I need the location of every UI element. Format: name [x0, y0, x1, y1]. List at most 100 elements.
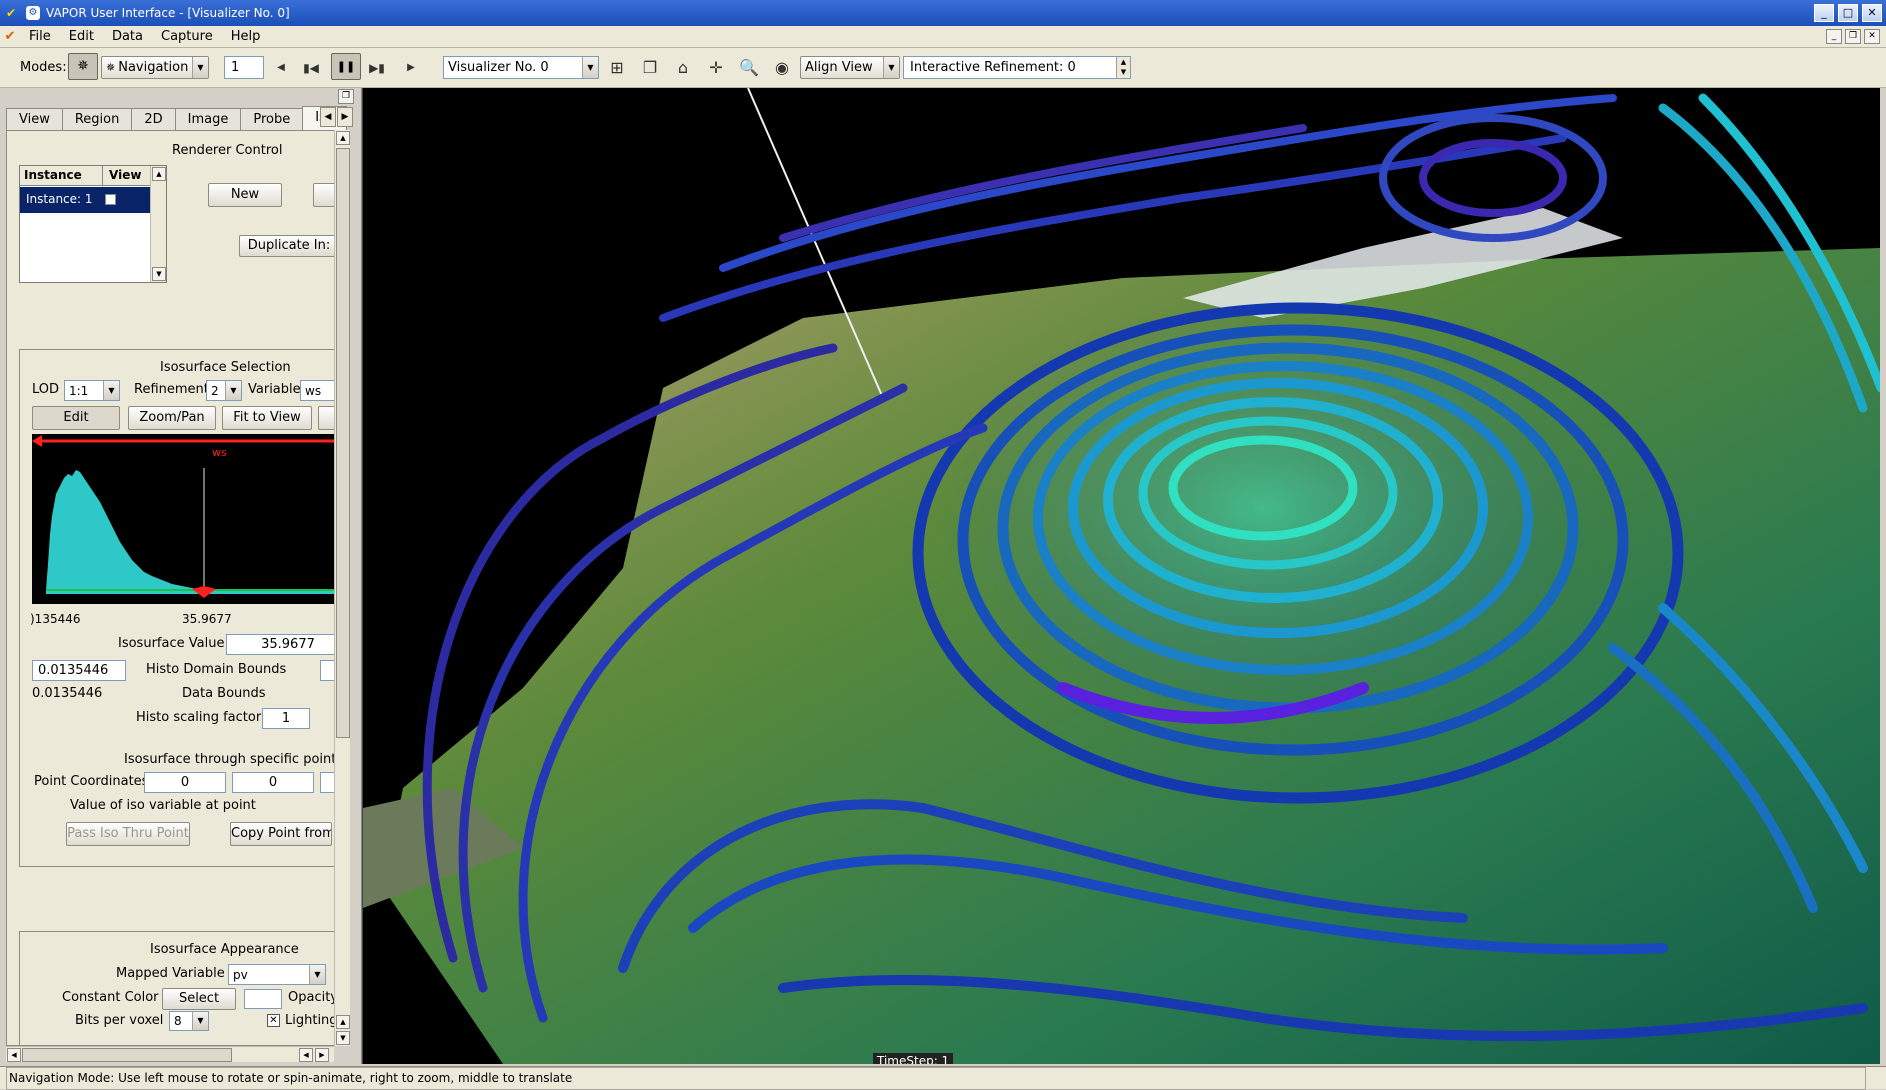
copy-point-button[interactable]: Copy Point from	[230, 822, 332, 846]
timestep-label: TimeStep: 1	[873, 1053, 954, 1064]
delete-instance-button[interactable]	[313, 183, 335, 207]
mdi-minimize-button[interactable]: _	[1826, 29, 1842, 44]
visualizer-dropdown[interactable]: Visualizer No. 0 ▼	[443, 56, 599, 79]
spin-arrows-icon[interactable]: ▲ ▼	[1116, 57, 1130, 78]
undock-icon[interactable]: ❐	[338, 89, 354, 104]
align-view-dropdown[interactable]: Align View ▼	[800, 56, 900, 79]
mdi-restore-button[interactable]: ❐	[1845, 29, 1861, 44]
menu-help[interactable]: Help	[222, 29, 270, 44]
visualizer-value: Visualizer No. 0	[448, 60, 549, 75]
menu-file[interactable]: File	[20, 29, 60, 44]
scroll-left-icon[interactable]: ◀	[7, 1048, 21, 1062]
tab-probe[interactable]: Probe	[240, 108, 304, 130]
tab-image[interactable]: Image	[174, 108, 242, 130]
refinement-label: Refinement	[134, 382, 209, 397]
h-scroll-thumb[interactable]	[22, 1048, 232, 1062]
menu-edit[interactable]: Edit	[60, 29, 103, 44]
histogram-min-label: )135446	[30, 612, 81, 626]
mode-value: Navigation	[118, 60, 189, 75]
tab-region[interactable]: Region	[61, 108, 133, 130]
mapped-variable-dropdown[interactable]: pv ▼	[228, 964, 326, 985]
new-instance-button[interactable]: New	[208, 183, 282, 207]
histo-scaling-input[interactable]: 1	[262, 708, 310, 729]
frame-input[interactable]: 1	[224, 56, 264, 79]
scroll-up-icon[interactable]: ▲	[336, 131, 350, 145]
navigation-icon: ✵	[106, 61, 116, 74]
histo-domain-min-input[interactable]: 0.0135446	[32, 660, 126, 681]
align-view-value: Align View	[805, 60, 873, 75]
select-color-button[interactable]: Select	[162, 988, 236, 1010]
histogram-distribution	[46, 470, 335, 594]
value-at-point-label: Value of iso variable at point	[70, 798, 256, 813]
menu-capture[interactable]: Capture	[152, 29, 222, 44]
mdi-close-button[interactable]: ✕	[1864, 29, 1880, 44]
isosurface-selection-group: Isosurface Selection LOD 1:1 ▼ Refinemen…	[19, 349, 335, 867]
chevron-down-icon: ▼	[883, 57, 899, 78]
tab-view[interactable]: View	[6, 108, 63, 130]
scroll-left-small-icon[interactable]: ◀	[299, 1048, 313, 1062]
maximize-button[interactable]: □	[1838, 4, 1858, 22]
scroll-thumb[interactable]	[336, 148, 350, 738]
point-y-input[interactable]: 0	[232, 772, 314, 793]
instance-row[interactable]: Instance: 1	[20, 187, 151, 213]
cascade-windows-icon[interactable]: ❐	[637, 56, 663, 80]
tab-2d[interactable]: 2D	[131, 108, 176, 130]
scroll-up-small-icon[interactable]: ▲	[336, 1015, 350, 1029]
mapped-variable-label: Mapped Variable	[116, 966, 225, 981]
opacity-label: Opacity:	[288, 990, 335, 1005]
fit-to-view-button[interactable]: Fit to View	[222, 406, 312, 430]
close-button[interactable]: ✕	[1862, 4, 1882, 22]
pause-icon[interactable]: ❚❚	[331, 53, 361, 80]
refinement-dropdown[interactable]: 2 ▼	[206, 380, 242, 401]
zoom-pan-button[interactable]: Zoom/Pan	[128, 406, 216, 430]
scroll-down-icon[interactable]: ▼	[152, 267, 166, 281]
edit-button[interactable]: Edit	[32, 406, 120, 430]
bits-value: 8	[174, 1014, 182, 1028]
mode-dropdown[interactable]: ✵ Navigation ▼	[101, 56, 209, 79]
histogram-canvas[interactable]: ws	[32, 434, 335, 604]
bits-per-voxel-dropdown[interactable]: 8 ▼	[169, 1011, 209, 1031]
scroll-down-icon[interactable]: ▼	[336, 1031, 350, 1045]
zoom-icon[interactable]: 🔍	[736, 56, 762, 80]
visualizer-viewport[interactable]: TimeStep: 1	[362, 88, 1880, 1064]
variable-dropdown[interactable]: ws	[300, 380, 335, 401]
isosurface-value-input[interactable]: 35.9677	[226, 634, 335, 655]
instance-table-scrollbar[interactable]: ▲ ▼	[150, 166, 166, 282]
lighting-checkbox[interactable]: ✕	[267, 1014, 280, 1027]
step-forward-icon[interactable]: ▶	[398, 56, 424, 80]
instance-view-checkbox[interactable]	[105, 194, 116, 205]
lighting-label: Lighting	[285, 1013, 336, 1028]
domain-left-arrow-icon[interactable]	[32, 435, 42, 447]
navigation-mode-icon[interactable]: ✵	[68, 53, 98, 80]
menu-data[interactable]: Data	[103, 29, 152, 44]
interactive-refinement-spinbox[interactable]: Interactive Refinement: 0 ▲ ▼	[903, 56, 1131, 79]
scroll-up-icon[interactable]: ▲	[152, 167, 166, 181]
point-x-input[interactable]: 0	[144, 772, 226, 793]
pass-iso-thru-point-button[interactable]: Pass Iso Thru Point	[66, 822, 190, 846]
tab-scroll-left-icon[interactable]: ◀	[320, 107, 336, 127]
tile-windows-icon[interactable]: ⊞	[604, 56, 630, 80]
chevron-down-icon: ▼	[582, 57, 598, 78]
center-icon[interactable]: ✛	[703, 56, 729, 80]
window-menu-icon[interactable]: ⚙	[26, 6, 40, 20]
lod-dropdown[interactable]: 1:1 ▼	[64, 380, 120, 401]
minimize-button[interactable]: _	[1814, 4, 1834, 22]
tab-scroll-right-icon[interactable]: ▶	[337, 107, 353, 127]
iso-selection-title: Isosurface Selection	[160, 360, 291, 375]
refinement-value: Interactive Refinement: 0	[910, 60, 1076, 75]
home-icon[interactable]: ⌂	[670, 56, 696, 80]
scroll-right-icon[interactable]: ▶	[315, 1048, 329, 1062]
step-back-icon[interactable]: ◀	[268, 56, 294, 80]
panel-vertical-scrollbar[interactable]: ▲ ▲ ▼	[334, 130, 350, 1046]
refinement-value: 2	[211, 383, 219, 398]
col-view-header[interactable]: View	[103, 166, 151, 186]
color-swatch[interactable]	[244, 989, 282, 1009]
play-backward-icon[interactable]: ▮◀	[298, 56, 324, 80]
point-coordinates-label: Point Coordinates	[34, 774, 149, 789]
play-forward-icon[interactable]: ▶▮	[364, 56, 390, 80]
chevron-down-icon: ▼	[192, 1012, 208, 1030]
duplicate-in-button[interactable]: Duplicate In:	[239, 235, 335, 257]
col-instance-header[interactable]: Instance	[20, 166, 103, 186]
view-eye-icon[interactable]: ◉	[769, 56, 795, 80]
panel-horizontal-scrollbar[interactable]: ◀ ◀ ▶	[6, 1046, 334, 1062]
